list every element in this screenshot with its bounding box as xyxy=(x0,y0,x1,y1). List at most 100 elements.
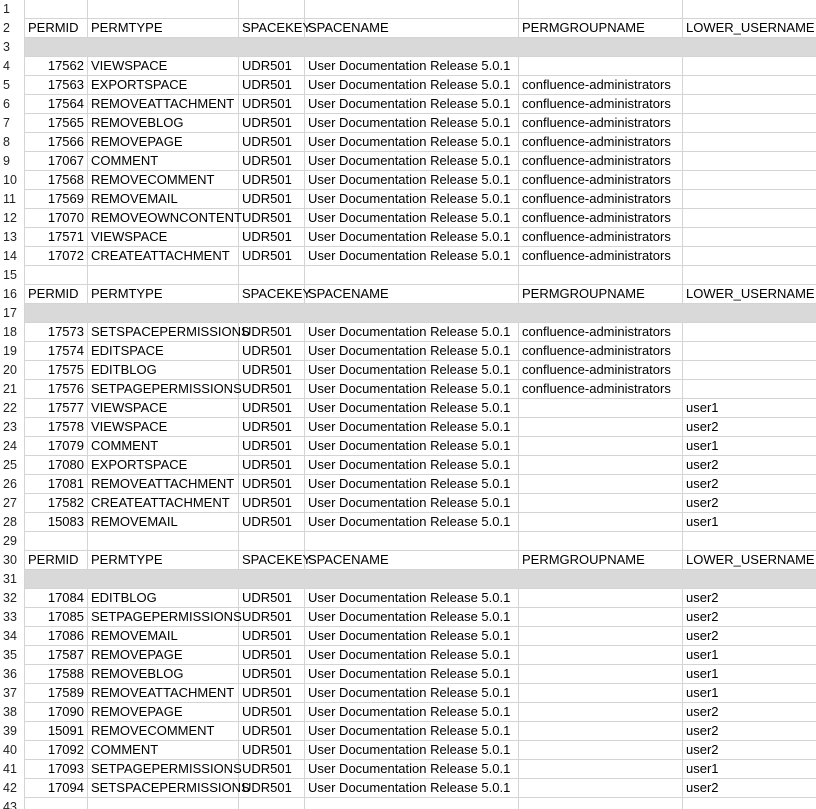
lower-username-cell[interactable]: user2 xyxy=(683,418,816,437)
spacename-cell[interactable] xyxy=(305,38,519,57)
row-number[interactable]: 29 xyxy=(0,532,25,551)
spacename-cell[interactable]: User Documentation Release 5.0.1 xyxy=(305,114,519,133)
lower-username-cell[interactable]: user1 xyxy=(683,399,816,418)
permtype-cell[interactable] xyxy=(88,266,239,285)
row-number[interactable]: 26 xyxy=(0,475,25,494)
permgroupname-cell[interactable] xyxy=(519,494,683,513)
row-number[interactable]: 3 xyxy=(0,38,25,57)
lower-username-cell[interactable] xyxy=(683,532,816,551)
row-number[interactable]: 5 xyxy=(0,76,25,95)
permtype-cell[interactable]: REMOVEMAIL xyxy=(88,513,239,532)
permgroupname-cell[interactable] xyxy=(519,665,683,684)
spacename-cell[interactable]: User Documentation Release 5.0.1 xyxy=(305,456,519,475)
spacekey-cell[interactable]: UDR501 xyxy=(239,190,305,209)
column-header-user[interactable]: LOWER_USERNAME xyxy=(683,285,816,304)
lower-username-cell[interactable] xyxy=(683,76,816,95)
row-number[interactable]: 8 xyxy=(0,133,25,152)
lower-username-cell[interactable] xyxy=(683,361,816,380)
row-number[interactable]: 40 xyxy=(0,741,25,760)
spacename-cell[interactable] xyxy=(305,532,519,551)
spacekey-cell[interactable] xyxy=(239,0,305,19)
column-header-spacekey[interactable]: SPACEKEY xyxy=(239,551,311,570)
row-number[interactable]: 9 xyxy=(0,152,25,171)
spacename-cell[interactable]: User Documentation Release 5.0.1 xyxy=(305,76,519,95)
permid-cell[interactable]: 17587 xyxy=(25,646,88,665)
row-number[interactable]: 38 xyxy=(0,703,25,722)
spacekey-cell[interactable]: UDR501 xyxy=(239,741,305,760)
column-header-permtype[interactable]: PERMTYPE xyxy=(88,19,239,38)
column-header-group[interactable]: PERMGROUPNAME xyxy=(519,285,683,304)
permid-cell[interactable]: 17092 xyxy=(25,741,88,760)
row-number[interactable]: 37 xyxy=(0,684,25,703)
spacekey-cell[interactable] xyxy=(239,798,305,809)
spacekey-cell[interactable] xyxy=(239,532,305,551)
lower-username-cell[interactable]: user2 xyxy=(683,456,816,475)
permid-cell[interactable] xyxy=(25,570,88,589)
lower-username-cell[interactable] xyxy=(683,171,816,190)
spacekey-cell[interactable]: UDR501 xyxy=(239,418,305,437)
permtype-cell[interactable]: VIEWSPACE xyxy=(88,228,239,247)
permgroupname-cell[interactable]: confluence-administrators xyxy=(519,361,683,380)
spacename-cell[interactable]: User Documentation Release 5.0.1 xyxy=(305,741,519,760)
row-number[interactable]: 23 xyxy=(0,418,25,437)
spacekey-cell[interactable] xyxy=(239,266,305,285)
lower-username-cell[interactable]: user2 xyxy=(683,494,816,513)
spacekey-cell[interactable]: UDR501 xyxy=(239,589,305,608)
spacekey-cell[interactable]: UDR501 xyxy=(239,361,305,380)
permid-cell[interactable] xyxy=(25,0,88,19)
permtype-cell[interactable]: REMOVEOWNCONTENT xyxy=(88,209,242,228)
permtype-cell[interactable]: REMOVEATTACHMENT xyxy=(88,475,239,494)
spacekey-cell[interactable]: UDR501 xyxy=(239,114,305,133)
spacekey-cell[interactable] xyxy=(239,38,305,57)
lower-username-cell[interactable] xyxy=(683,152,816,171)
permgroupname-cell[interactable] xyxy=(519,570,683,589)
column-header-spacekey[interactable]: SPACEKEY xyxy=(239,19,311,38)
permtype-cell[interactable]: CREATEATTACHMENT xyxy=(88,247,239,266)
permgroupname-cell[interactable]: confluence-administrators xyxy=(519,209,683,228)
permgroupname-cell[interactable]: confluence-administrators xyxy=(519,171,683,190)
permid-cell[interactable]: 17571 xyxy=(25,228,88,247)
spacename-cell[interactable]: User Documentation Release 5.0.1 xyxy=(305,760,519,779)
column-header-permid[interactable]: PERMID xyxy=(25,19,88,38)
row-number[interactable]: 16 xyxy=(0,285,25,304)
permgroupname-cell[interactable] xyxy=(519,399,683,418)
row-number[interactable]: 32 xyxy=(0,589,25,608)
spacekey-cell[interactable]: UDR501 xyxy=(239,76,305,95)
spacekey-cell[interactable]: UDR501 xyxy=(239,437,305,456)
lower-username-cell[interactable] xyxy=(683,380,816,399)
spacename-cell[interactable]: User Documentation Release 5.0.1 xyxy=(305,779,519,798)
permtype-cell[interactable]: SETSPACEPERMISSIONS xyxy=(88,323,250,342)
permid-cell[interactable]: 17090 xyxy=(25,703,88,722)
permid-cell[interactable]: 15083 xyxy=(25,513,88,532)
lower-username-cell[interactable] xyxy=(683,323,816,342)
permgroupname-cell[interactable] xyxy=(519,608,683,627)
row-number[interactable]: 11 xyxy=(0,190,25,209)
row-number[interactable]: 22 xyxy=(0,399,25,418)
permtype-cell[interactable]: REMOVEBLOG xyxy=(88,665,239,684)
permtype-cell[interactable] xyxy=(88,570,239,589)
permtype-cell[interactable] xyxy=(88,532,239,551)
lower-username-cell[interactable]: user2 xyxy=(683,475,816,494)
spacekey-cell[interactable]: UDR501 xyxy=(239,760,305,779)
column-header-permid[interactable]: PERMID xyxy=(25,285,88,304)
permgroupname-cell[interactable] xyxy=(519,456,683,475)
spacename-cell[interactable] xyxy=(305,266,519,285)
row-number[interactable]: 15 xyxy=(0,266,25,285)
row-number[interactable]: 19 xyxy=(0,342,25,361)
permtype-cell[interactable]: SETPAGEPERMISSIONS xyxy=(88,760,242,779)
row-number[interactable]: 4 xyxy=(0,57,25,76)
lower-username-cell[interactable]: user2 xyxy=(683,703,816,722)
row-number[interactable]: 25 xyxy=(0,456,25,475)
lower-username-cell[interactable]: user1 xyxy=(683,437,816,456)
permtype-cell[interactable]: REMOVEPAGE xyxy=(88,133,239,152)
column-header-group[interactable]: PERMGROUPNAME xyxy=(519,551,683,570)
permid-cell[interactable]: 17588 xyxy=(25,665,88,684)
permid-cell[interactable]: 17072 xyxy=(25,247,88,266)
permid-cell[interactable]: 17569 xyxy=(25,190,88,209)
spacekey-cell[interactable]: UDR501 xyxy=(239,494,305,513)
spacekey-cell[interactable]: UDR501 xyxy=(239,646,305,665)
permtype-cell[interactable]: REMOVEPAGE xyxy=(88,646,239,665)
permgroupname-cell[interactable] xyxy=(519,589,683,608)
row-number[interactable]: 33 xyxy=(0,608,25,627)
spacename-cell[interactable]: User Documentation Release 5.0.1 xyxy=(305,380,519,399)
